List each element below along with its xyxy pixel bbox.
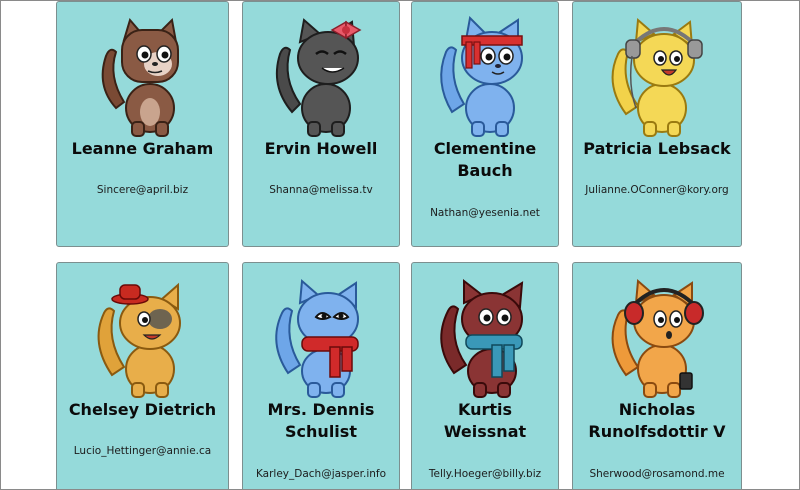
user-name: Patricia Lebsack <box>583 139 731 158</box>
user-card[interactable]: Ervin Howell Shanna@melissa.tv <box>242 1 400 247</box>
cat-orange-headphones-icon <box>611 278 704 398</box>
cat-blue-headband-icon <box>440 16 523 137</box>
user-email: Julianne.OConner@kory.org <box>585 184 729 196</box>
robot-cards-viewport: Leanne Graham Sincere@april.biz Ervin Ho… <box>0 0 800 490</box>
user-name: Nicholas Runolfsdottir V <box>588 400 726 441</box>
cat-maroon-scarf-icon <box>440 278 524 398</box>
user-card[interactable]: Kurtis Weissnat Telly.Hoeger@billy.biz <box>411 262 559 489</box>
user-name: Mrs. Dennis Schulist <box>267 400 375 441</box>
cat-brown-icon <box>101 17 179 137</box>
user-card[interactable]: Leanne Graham Sincere@april.biz <box>56 1 229 247</box>
user-card[interactable]: Mrs. Dennis Schulist Karley_Dach@jasper.… <box>242 262 400 489</box>
user-name: Ervin Howell <box>264 139 378 158</box>
user-email: Shanna@melissa.tv <box>269 184 373 196</box>
user-card[interactable]: Chelsey Dietrich Lucio_Hettinger@annie.c… <box>56 262 229 489</box>
user-email: Karley_Dach@jasper.info <box>255 468 387 480</box>
user-name: Clementine Bauch <box>433 139 537 180</box>
user-name: Kurtis Weissnat <box>443 400 527 441</box>
cat-blue-scarf-icon <box>275 278 359 398</box>
user-email: Lucio_Hettinger@annie.ca <box>73 445 212 457</box>
user-card[interactable]: Nicholas Runolfsdottir V Sherwood@rosamo… <box>572 262 742 489</box>
user-name: Chelsey Dietrich <box>68 400 217 419</box>
user-email: Sincere@april.biz <box>96 184 189 196</box>
user-email: Telly.Hoeger@billy.biz <box>428 468 542 480</box>
user-name: Leanne Graham <box>71 139 214 158</box>
user-email: Nathan@yesenia.net <box>430 207 540 219</box>
cat-yellow-headphones-icon <box>611 17 703 137</box>
cat-orange-hat-icon <box>97 282 181 398</box>
user-card[interactable]: Clementine Bauch Nathan@yesenia.net <box>411 1 559 247</box>
user-email: Sherwood@rosamond.me <box>589 468 725 480</box>
user-card[interactable]: Patricia Lebsack Julianne.OConner@kory.o… <box>572 1 742 247</box>
cat-gray-bow-icon <box>275 18 362 137</box>
